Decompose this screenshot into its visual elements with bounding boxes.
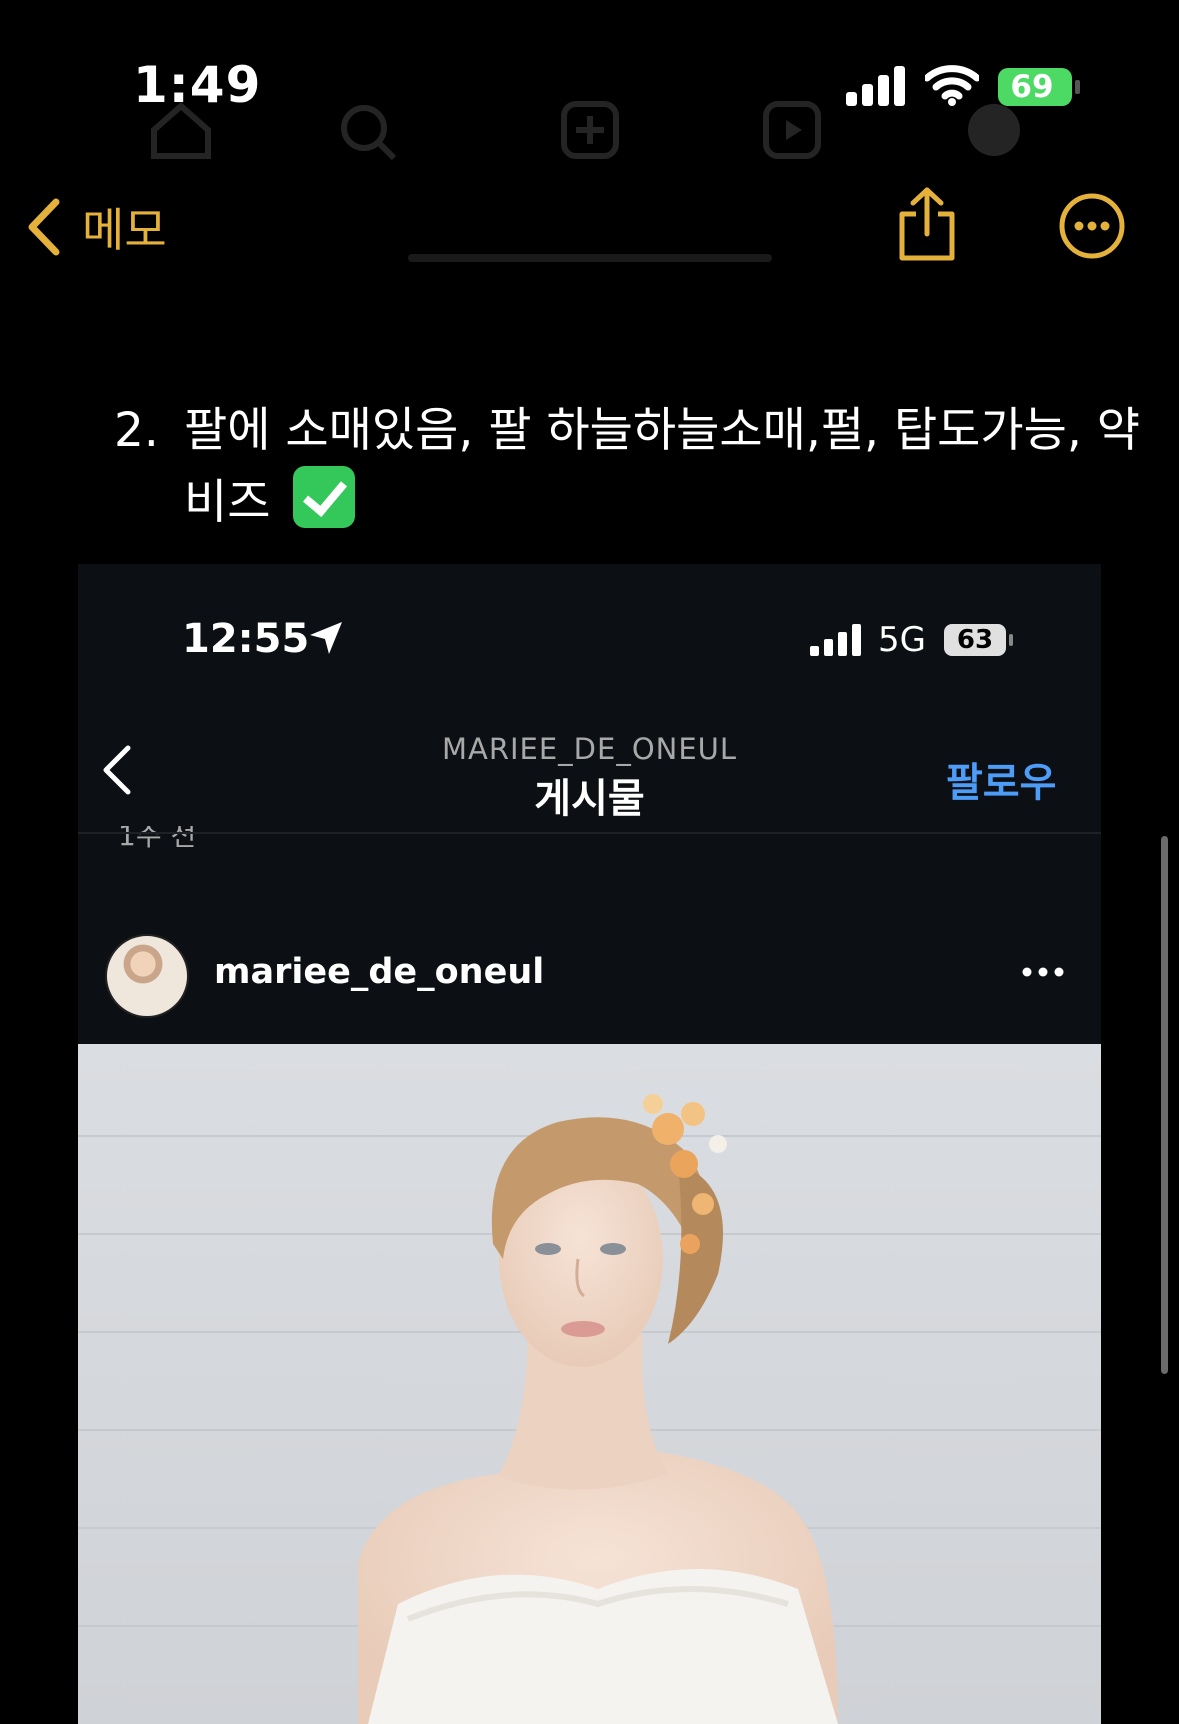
embedded-screenshot[interactable]: 12:55 5G 63 MARIEE_DE_ONEUL 게시물 팔로우 1주 전… [78,564,1101,1724]
avatar [105,934,189,1018]
battery-indicator: 69 [998,68,1080,106]
embedded-network-type: 5G [878,620,926,660]
cellular-signal-icon [846,64,906,106]
note-item-number: 2. [114,403,159,458]
embedded-post-username: mariee_de_oneul [214,952,545,992]
location-arrow-icon [310,622,342,654]
embedded-more-icon [1022,967,1064,977]
back-label: 메모 [82,203,167,257]
wifi-icon [925,65,979,106]
status-bar: 1:49 69 [0,0,1179,170]
note-item-text-wrapper: 팔에 소매있음, 팔 하늘하늘소매,펄, 탑도가능, 약비즈 [184,396,1164,538]
embedded-time-ago: 1주 전 [118,826,197,850]
back-button[interactable]: 메모 [24,192,167,262]
embedded-status-time: 12:55 [182,616,310,662]
embedded-battery-indicator: 63 [944,624,1014,656]
status-time: 1:49 [133,56,262,114]
scrollbar[interactable] [1161,836,1168,1374]
share-icon[interactable] [896,186,958,262]
post-photo [78,1044,1101,1724]
notes-app-screen: 1:49 69 메모 2. 팔에 소매있음, 팔 하늘하늘소매,펄, 탑도가능,… [0,0,1179,1724]
check-mark-button-icon [293,466,356,528]
embedded-battery-level: 63 [944,624,1006,656]
chevron-left-icon [28,198,60,256]
battery-tip [1075,80,1080,94]
embedded-header-divider [78,832,1101,834]
bride-portrait-image [78,1044,1101,1724]
grab-bar [408,254,772,262]
more-circle-icon[interactable] [1058,192,1126,260]
embedded-follow-button: 팔로우 [946,760,1057,806]
battery-level: 69 [998,68,1072,106]
embedded-signal-icon [810,624,862,656]
embedded-battery-tip [1009,634,1013,646]
